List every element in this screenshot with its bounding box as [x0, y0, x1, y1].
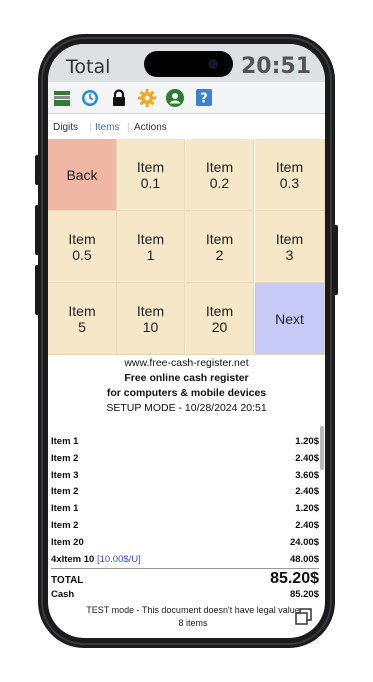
dynamic-island: [144, 51, 233, 77]
lock-icon[interactable]: [109, 88, 129, 108]
user-icon[interactable]: [165, 88, 185, 108]
item-button-3[interactable]: Item 3: [255, 211, 325, 283]
item-button-0-2[interactable]: Item 0.2: [186, 139, 254, 211]
item-button-label: Item 1: [136, 230, 165, 263]
receipt-footer: TEST mode - This document doesn't have l…: [48, 604, 325, 630]
help-icon[interactable]: ?: [194, 88, 214, 108]
line-price: 1.20$: [295, 503, 319, 515]
item-button-10[interactable]: Item 10: [117, 283, 185, 355]
item-button-2[interactable]: Item 2: [186, 211, 254, 283]
item-button-1[interactable]: Item 1: [117, 211, 185, 283]
line-name: Item 1: [51, 503, 79, 515]
item-keypad: Back Item 0.1 Item 0.2 Item 0.3 Item 0.5 Ite…: [48, 139, 325, 355]
total-row: TOTAL 85.20$: [51, 570, 319, 590]
svg-text:?: ?: [200, 92, 208, 107]
item-button-label: Item 0.1: [136, 158, 165, 191]
receipt-line[interactable]: Item 2 2.40$: [51, 451, 319, 468]
title-bar: Total 20:51: [48, 44, 325, 82]
phone-screen: Total 20:51 ? Digits | Items | Actions B…: [48, 44, 325, 638]
line-price: 2.40$: [295, 486, 319, 498]
back-button-label: Back: [66, 166, 98, 183]
tab-separator: |: [127, 122, 130, 133]
total-divider: [51, 568, 319, 569]
receipt-scrollbar[interactable]: [320, 426, 324, 470]
item-button-label: Item 5: [68, 302, 96, 335]
line-price: 1.20$: [295, 436, 319, 447]
receipt-line[interactable]: Item 1 1.20$: [51, 434, 319, 451]
item-button-0-5[interactable]: Item 0.5: [48, 211, 117, 283]
register-icon[interactable]: [52, 88, 72, 108]
line-price: 2.40$: [295, 519, 319, 531]
line-name: Item 2: [51, 519, 79, 531]
item-button-label: Item 0.2: [205, 158, 234, 191]
total-value: 85.20$: [270, 570, 319, 587]
clock-display: 20:51: [240, 54, 311, 79]
line-name: Item 1: [51, 436, 79, 447]
item-count: 8 items: [178, 618, 208, 628]
line-price: 24.00$: [289, 536, 319, 548]
next-button[interactable]: Next: [255, 283, 325, 355]
tab-digits[interactable]: Digits: [53, 122, 78, 133]
item-button-label: Item 2: [205, 230, 234, 263]
clock-icon[interactable]: [80, 88, 100, 108]
line-name: Item 2: [51, 452, 79, 464]
receipt-line[interactable]: Item 2 2.40$: [51, 484, 319, 501]
receipt-headline: Free online cash register: [124, 372, 249, 384]
copy-icon[interactable]: [295, 608, 312, 625]
line-name: 4xItem 10 [10.00$/U]: [51, 553, 141, 565]
receipt-mode: SETUP MODE - 10/28/2024 20:51: [106, 402, 267, 414]
line-name: Item 2: [51, 486, 79, 498]
line-unit-price: [10.00$/U]: [96, 553, 141, 565]
cash-value: 85.20$: [289, 589, 319, 600]
line-price: 48.00$: [289, 553, 319, 565]
item-button-0-1[interactable]: Item 0.1: [117, 139, 185, 211]
line-price: 2.40$: [295, 452, 319, 464]
receipt-line[interactable]: Item 20 24.00$: [51, 535, 319, 552]
item-button-5[interactable]: Item 5: [48, 283, 117, 355]
item-button-label: Item 0.5: [68, 230, 96, 263]
tab-separator: |: [89, 122, 92, 133]
front-camera: [208, 59, 218, 69]
next-button-label: Next: [275, 310, 304, 327]
item-button-label: Item 0.3: [275, 158, 304, 191]
tab-items[interactable]: Items: [95, 122, 119, 133]
item-button-label: Item 10: [136, 302, 165, 335]
back-button[interactable]: Back: [48, 139, 117, 211]
receipt-line[interactable]: Item 1 1.20$: [51, 501, 319, 518]
receipt-site: www.free-cash-register.net: [124, 357, 249, 369]
item-button-0-3[interactable]: Item 0.3: [255, 139, 325, 211]
receipt-header: www.free-cash-register.net Free online c…: [48, 356, 325, 416]
cash-label: Cash: [51, 589, 75, 600]
item-button-20[interactable]: Item 20: [186, 283, 254, 355]
total-label: TOTAL: [51, 575, 84, 586]
receipt-lines: Item 1 1.20$ Item 2 2.40$ Item 3 3.60$ Item…: [51, 434, 319, 568]
toolbar: ?: [48, 82, 325, 114]
receipt-line[interactable]: Item 2 2.40$: [51, 518, 319, 535]
receipt-subline: for computers & mobile devices: [106, 387, 267, 399]
footer-note: TEST mode - This document doesn't have l…: [86, 605, 300, 615]
receipt-line[interactable]: Item 3 3.60$: [51, 468, 319, 485]
page-title: Total: [66, 56, 111, 78]
line-name: Item 20: [51, 536, 84, 548]
receipt-line[interactable]: 4xItem 10 [10.00$/U] 48.00$: [51, 552, 319, 569]
mode-tabs: Digits | Items | Actions: [48, 116, 325, 140]
item-button-label: Item 3: [275, 230, 304, 263]
line-price: 3.60$: [295, 469, 319, 481]
item-button-label: Item 20: [205, 302, 234, 335]
settings-gear-icon[interactable]: [137, 88, 157, 108]
tab-actions[interactable]: Actions: [134, 122, 167, 133]
line-name: Item 3: [51, 469, 79, 481]
cash-row: Cash 85.20$: [51, 589, 319, 603]
